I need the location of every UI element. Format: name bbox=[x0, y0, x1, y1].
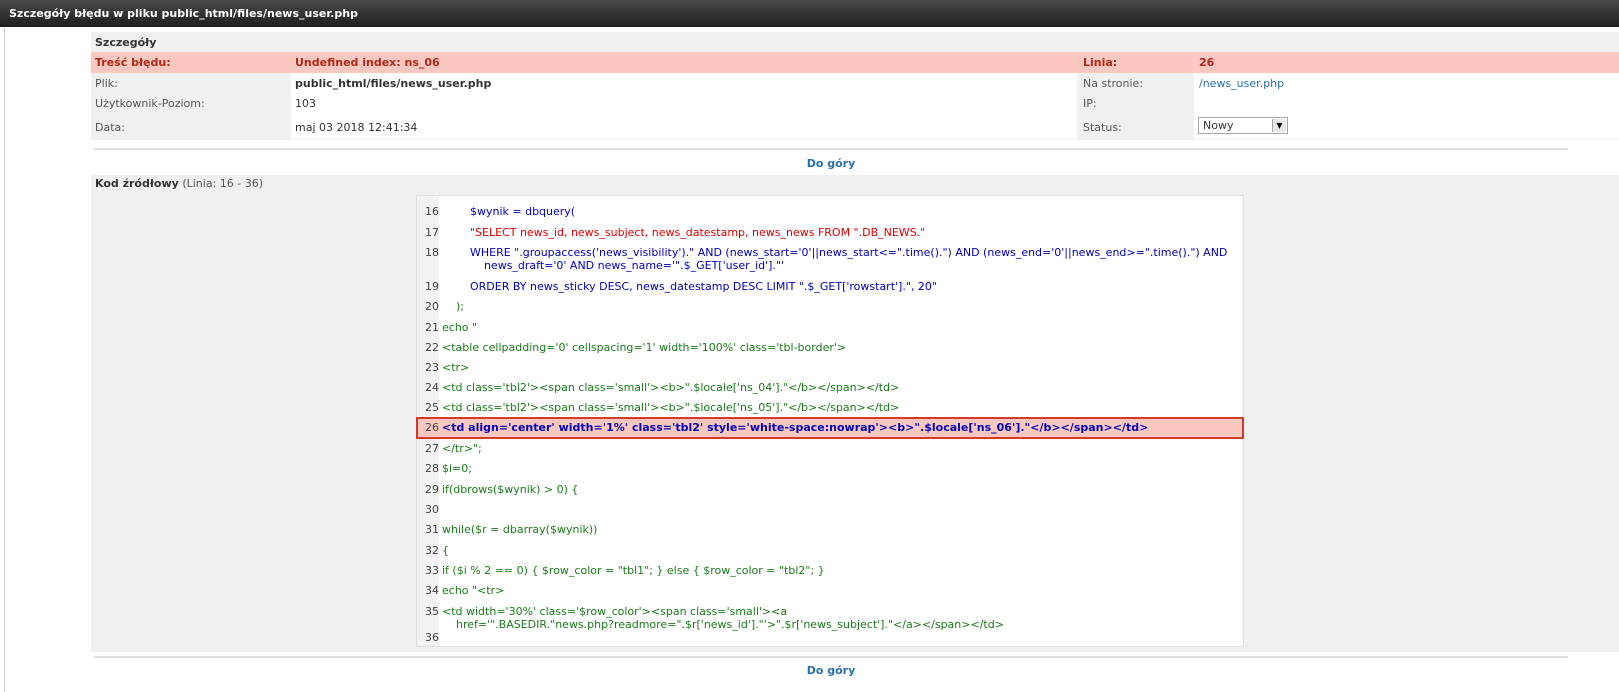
line-number: 17 bbox=[425, 226, 439, 239]
line-number: 22 bbox=[425, 341, 439, 354]
code-line: 32{ bbox=[417, 544, 1243, 560]
code-text: <tr> bbox=[442, 361, 470, 374]
line-number: 20 bbox=[425, 300, 439, 313]
line-number: 31 bbox=[425, 523, 439, 536]
status-select-value: Nowy bbox=[1203, 119, 1234, 132]
file-label: Plik: bbox=[95, 77, 118, 90]
code-line: 33 if ($i % 2 == 0) { $row_color = "tbl1"… bbox=[417, 564, 1243, 580]
date-label: Data: bbox=[95, 121, 125, 134]
code-text: echo " bbox=[442, 321, 478, 334]
frame-border bbox=[4, 27, 5, 692]
code-line: 36 bbox=[417, 631, 1243, 647]
source-title: Kod źródłowy bbox=[95, 177, 179, 190]
code-text: echo "<tr> bbox=[442, 584, 505, 597]
user-value: 103 bbox=[295, 97, 316, 110]
code-text: <td width='30%' class='$row_color'><span… bbox=[442, 605, 1004, 631]
line-number: 33 bbox=[425, 564, 439, 577]
page-link[interactable]: /news_user.php bbox=[1199, 77, 1284, 90]
window-title: Szczegóły błędu w pliku public_html/file… bbox=[0, 0, 1619, 27]
code-line: 24 <td class='tbl2'><span class='small'><… bbox=[417, 381, 1243, 397]
code-text: $i=0; bbox=[442, 462, 472, 475]
code-line: 25 <td class='tbl2'><span class='small'><… bbox=[417, 401, 1243, 417]
status-select[interactable]: Nowy ▼ bbox=[1198, 117, 1288, 134]
source-range: (Linia: 16 - 36) bbox=[182, 177, 264, 190]
code-line: 17 "SELECT news_id, news_subject, news_d… bbox=[417, 226, 1243, 242]
code-line: 30 bbox=[417, 503, 1243, 519]
error-label: Treść błędu: bbox=[95, 56, 171, 69]
code-text: $wynik = dbquery( bbox=[442, 205, 576, 218]
line-number: 32 bbox=[425, 544, 439, 557]
code-text: { bbox=[442, 544, 449, 557]
code-line: 35 <td width='30%' class='$row_color'><sp… bbox=[417, 605, 1243, 631]
code-line: 23 <tr> bbox=[417, 361, 1243, 377]
line-label: Linia: bbox=[1083, 56, 1118, 69]
line-number: 18 bbox=[425, 246, 439, 259]
line-number: 25 bbox=[425, 401, 439, 414]
line-number: 27 bbox=[425, 442, 439, 455]
code-text: ORDER BY news_sticky DESC, news_datestam… bbox=[442, 280, 937, 293]
code-text: WHERE ".groupaccess('news_visibility')."… bbox=[469, 246, 1228, 272]
date-value: maj 03 2018 12:41:34 bbox=[295, 121, 418, 134]
line-number: 29 bbox=[425, 483, 439, 496]
line-number: 30 bbox=[425, 503, 439, 516]
code-text: if ($i % 2 == 0) { $row_color = "tbl1"; … bbox=[442, 564, 825, 577]
code-line: 18 WHERE ".groupaccess('news_visibility'… bbox=[417, 246, 1243, 276]
user-label: Użytkownik-Poziom: bbox=[95, 97, 205, 110]
code-line: 31 while($r = dbarray($wynik)) bbox=[417, 523, 1243, 539]
source-header: Kod źródłowy (Linia: 16 - 36) bbox=[95, 177, 263, 190]
ip-label: IP: bbox=[1083, 97, 1097, 110]
line-number: 26 bbox=[425, 421, 439, 434]
bottom-top-link[interactable]: Do góry bbox=[94, 664, 1568, 677]
code-line: 22 <table cellpadding='0' cellspacing='1'… bbox=[417, 341, 1243, 357]
line-number: 21 bbox=[425, 321, 439, 334]
line-number: 34 bbox=[425, 584, 439, 597]
page-label: Na stronie: bbox=[1083, 77, 1144, 90]
code-text: <td class='tbl2'><span class='small'><b>… bbox=[442, 401, 900, 414]
file-value: public_html/files/news_user.php bbox=[295, 77, 492, 90]
error-value: Undefined index: ns_06 bbox=[295, 56, 440, 69]
source-code-block: 16 $wynik = dbquery(17 "SELECT news_id, … bbox=[416, 195, 1244, 647]
line-number: 19 bbox=[425, 280, 439, 293]
code-line: 21 echo " bbox=[417, 321, 1243, 337]
code-line: 34 echo "<tr> bbox=[417, 584, 1243, 600]
line-number: 35 bbox=[425, 605, 439, 618]
chevron-down-icon[interactable]: ▼ bbox=[1272, 119, 1286, 132]
line-value: 26 bbox=[1199, 56, 1215, 69]
line-number: 28 bbox=[425, 462, 439, 475]
code-line-highlighted: 26 <td align='center' width='1%' class='t… bbox=[416, 417, 1244, 439]
code-line: 20 ); bbox=[417, 300, 1243, 316]
code-text: <td align='center' width='1%' class='tbl… bbox=[442, 421, 1149, 434]
code-text: </tr>"; bbox=[442, 442, 482, 455]
status-label: Status: bbox=[1083, 121, 1122, 134]
divider-bottom bbox=[94, 656, 1568, 658]
line-number: 23 bbox=[425, 361, 439, 374]
code-line: 19 ORDER BY news_sticky DESC, news_dates… bbox=[417, 280, 1243, 296]
top-link[interactable]: Do góry bbox=[94, 157, 1568, 170]
line-number: 16 bbox=[425, 205, 439, 218]
line-number: 36 bbox=[425, 631, 439, 644]
code-text: <table cellpadding='0' cellspacing='1' w… bbox=[442, 341, 847, 354]
code-text: "SELECT news_id, news_subject, news_date… bbox=[442, 226, 926, 239]
code-line: 27 </tr>"; bbox=[417, 442, 1243, 458]
code-text: while($r = dbarray($wynik)) bbox=[442, 523, 598, 536]
line-number: 24 bbox=[425, 381, 439, 394]
code-text: <td class='tbl2'><span class='small'><b>… bbox=[442, 381, 900, 394]
code-line: 29 if(dbrows($wynik) > 0) { bbox=[417, 483, 1243, 499]
code-line: 28 $i=0; bbox=[417, 462, 1243, 478]
code-text: if(dbrows($wynik) > 0) { bbox=[442, 483, 579, 496]
divider bbox=[94, 148, 1568, 150]
code-text: ); bbox=[442, 300, 464, 313]
code-line: 16 $wynik = dbquery( bbox=[417, 205, 1243, 221]
details-header: Szczegóły bbox=[95, 36, 157, 49]
